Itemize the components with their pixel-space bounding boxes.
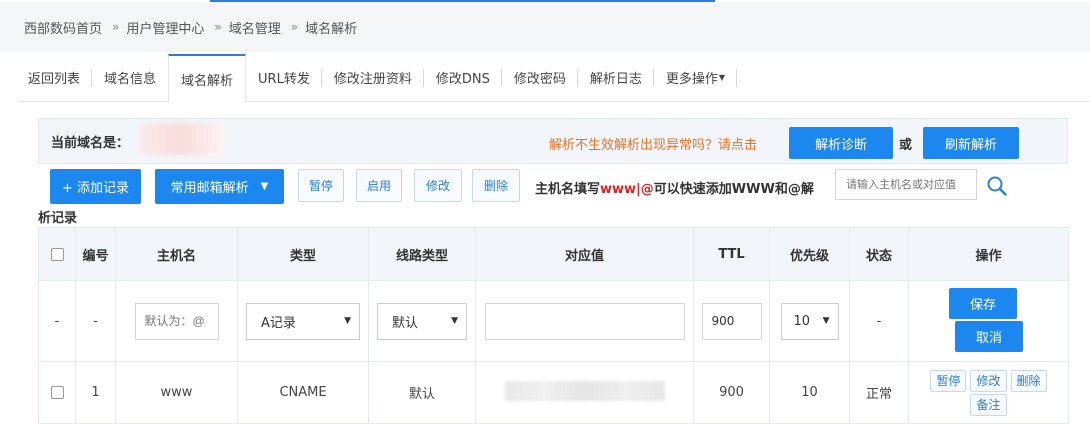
tab-domain-resolution[interactable]: 域名解析: [168, 54, 247, 102]
host-hint-continued: 析记录: [38, 211, 78, 226]
breadcrumb-domain-management[interactable]: 域名管理: [229, 18, 281, 37]
enable-button[interactable]: 启用: [356, 169, 402, 202]
col-actions: 操作: [908, 227, 1069, 281]
col-line: 线路类型: [368, 227, 476, 281]
tab-resolution-log[interactable]: 解析日志: [578, 54, 654, 101]
refresh-resolution-button[interactable]: 刷新解析: [923, 127, 1019, 159]
select-arrow-icon: ▼: [451, 316, 458, 326]
breadcrumb-domain-resolution: 域名解析: [305, 21, 358, 37]
breadcrumb-separator: »: [290, 20, 299, 34]
record-type-select[interactable]: A记录 ▼: [246, 302, 360, 340]
row-modify-button[interactable]: 修改: [970, 369, 1007, 392]
row-checkbox[interactable]: [50, 386, 64, 399]
caret-down-icon: ▼: [718, 73, 726, 82]
current-domain-label: 当前域名是：: [51, 136, 130, 151]
domain-info-bar: 当前域名是： 解析不生效解析出现异常吗？请点击 解析诊断 或 刷新解析: [38, 118, 1068, 164]
table-header-row: 编号 主机名 类型 线路类型 对应值 TTL 优先级 状态 操作: [38, 227, 1069, 281]
table-row[interactable]: 1 www CNAME 默认 900 10 正常 暂停 修改 删除 备注: [38, 361, 1069, 424]
tab-back-to-list[interactable]: 返回列表: [18, 54, 93, 101]
resolution-warning: 解析不生效解析出现异常吗？请点击: [549, 138, 758, 153]
select-arrow-icon: ▼: [344, 316, 351, 326]
row-type: CNAME: [237, 361, 369, 424]
col-value: 对应值: [475, 227, 694, 281]
host-hint: 主机名填写www|@可以快速添加WWW和@解: [535, 182, 814, 197]
search-input[interactable]: [835, 169, 977, 200]
col-ttl: TTL: [693, 227, 770, 281]
cancel-button[interactable]: 取消: [955, 321, 1023, 352]
breadcrumb-separator: »: [112, 20, 120, 34]
breadcrumb-separator: »: [214, 20, 222, 34]
save-button[interactable]: 保存: [949, 288, 1017, 319]
row-id: 1: [75, 361, 116, 424]
redacted-value: [504, 380, 665, 401]
ttl-input[interactable]: 900: [701, 302, 762, 340]
tab-more-actions[interactable]: 更多操作 ▼: [654, 54, 738, 101]
col-priority: 优先级: [769, 227, 850, 281]
redacted-domain: [139, 123, 223, 155]
row-status: 正常: [849, 361, 909, 424]
new-row-index: -: [38, 280, 76, 362]
value-input[interactable]: [484, 302, 685, 340]
col-host: 主机名: [115, 227, 238, 281]
new-row-status: -: [849, 280, 909, 362]
select-arrow-icon: ▼: [822, 316, 830, 326]
tab-bar: 返回列表 域名信息 域名解析 URL转发 修改注册资料 修改DNS 修改密码 解…: [18, 54, 1090, 102]
row-delete-button[interactable]: 删除: [1010, 369, 1047, 392]
row-ttl: 900: [693, 361, 770, 424]
breadcrumb-user-center[interactable]: 用户管理中心: [126, 18, 204, 37]
breadcrumb: 西部数码首页 » 用户管理中心 » 域名管理 » 域名解析: [0, 2, 1090, 52]
select-all-checkbox[interactable]: [50, 247, 64, 261]
resolution-table: 编号 主机名 类型 线路类型 对应值 TTL 优先级 状态 操作 - - A记录…: [38, 227, 1069, 424]
tab-domain-info[interactable]: 域名信息: [92, 54, 168, 101]
caret-down-icon: ▼: [260, 181, 269, 192]
row-pause-button[interactable]: 暂停: [930, 369, 967, 392]
col-id: 编号: [75, 227, 116, 281]
pause-button[interactable]: 暂停: [298, 169, 344, 202]
priority-select[interactable]: 10 ▼: [780, 302, 839, 340]
tab-url-forward[interactable]: URL转发: [246, 54, 322, 101]
select-all-cell[interactable]: [38, 227, 76, 281]
diagnose-button[interactable]: 解析诊断: [789, 127, 893, 159]
host-input[interactable]: [134, 302, 219, 340]
add-record-button[interactable]: + 添加记录: [50, 169, 141, 204]
row-note-button[interactable]: 备注: [970, 393, 1007, 416]
breadcrumb-home[interactable]: 西部数码首页: [24, 18, 102, 37]
tab-modify-dns[interactable]: 修改DNS: [424, 54, 502, 101]
col-status: 状态: [849, 227, 909, 281]
new-record-row: - - A记录▼ 默认▼ 900 10▼ - 保存 取消: [38, 280, 1069, 362]
or-text: 或: [899, 138, 913, 153]
row-priority: 10: [769, 361, 850, 424]
col-type: 类型: [237, 227, 369, 281]
line-type-select[interactable]: 默认 ▼: [377, 302, 467, 340]
modify-button[interactable]: 修改: [414, 169, 462, 202]
mail-resolution-dropdown[interactable]: 常用邮箱解析 ▼: [155, 169, 284, 204]
new-row-id: -: [75, 280, 116, 362]
delete-button[interactable]: 删除: [472, 169, 520, 202]
mail-resolution-label: 常用邮箱解析: [170, 181, 249, 196]
resolution-panel: 当前域名是： 解析不生效解析出现异常吗？请点击 解析诊断 或 刷新解析 + 添加…: [38, 118, 1069, 424]
tab-modify-password[interactable]: 修改密码: [502, 54, 578, 101]
tab-modify-registration[interactable]: 修改注册资料: [322, 54, 424, 101]
row-host: www: [115, 361, 238, 424]
search-icon[interactable]: [986, 175, 1008, 197]
row-line: 默认: [368, 361, 476, 424]
